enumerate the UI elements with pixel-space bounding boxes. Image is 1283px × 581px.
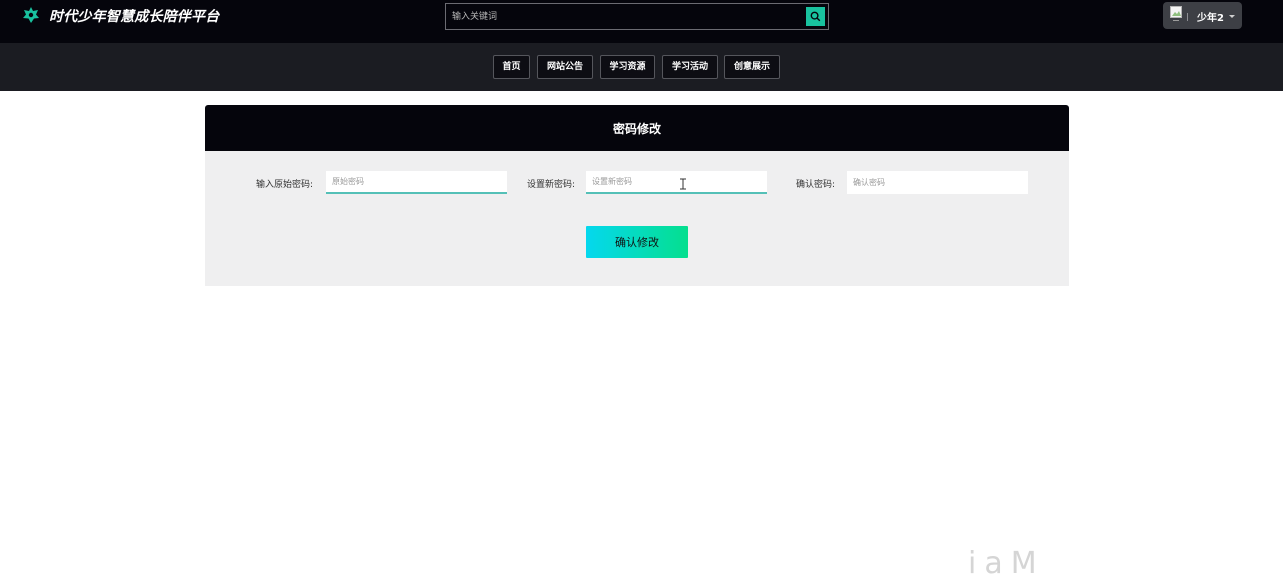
confirm-password-label: 确认密码:	[796, 180, 836, 190]
brand-title[interactable]: 时代少年智慧成长陪伴平台	[49, 6, 219, 26]
original-password-input[interactable]	[326, 171, 507, 194]
top-bar: 时代少年智慧成长陪伴平台 少年2	[0, 0, 1283, 43]
search-icon	[810, 11, 821, 22]
nav-item-announcements[interactable]: 网站公告	[537, 55, 593, 79]
text-cursor-icon	[680, 178, 686, 190]
nav-item-showcase[interactable]: 创意展示	[724, 55, 780, 79]
user-separator	[1187, 13, 1188, 21]
flower-logo-icon[interactable]	[22, 6, 40, 24]
nav-bar: 首页 网站公告 学习资源 学习活动 创意展示	[0, 43, 1283, 91]
avatar-icon[interactable]	[1170, 6, 1184, 22]
page-title: 密码修改	[612, 122, 661, 136]
user-menu[interactable]: 少年2	[1163, 2, 1242, 29]
user-name[interactable]: 少年2	[1197, 9, 1224, 24]
nav-item-activities[interactable]: 学习活动	[662, 55, 718, 79]
caret-down-icon[interactable]	[1229, 15, 1235, 18]
search-button[interactable]	[806, 7, 825, 26]
new-password-input[interactable]	[586, 171, 767, 194]
new-password-label: 设置新密码:	[527, 180, 576, 190]
watermark: iaM	[968, 546, 1045, 581]
confirm-change-button[interactable]: 确认修改	[586, 226, 688, 258]
original-password-label: 输入原始密码:	[256, 180, 314, 190]
confirm-password-input[interactable]	[847, 171, 1028, 194]
search-input[interactable]	[446, 4, 804, 29]
nav-item-resources[interactable]: 学习资源	[600, 55, 655, 79]
nav-item-home[interactable]: 首页	[493, 55, 530, 79]
password-panel-header: 密码修改	[205, 105, 1069, 151]
password-form: 输入原始密码: 设置新密码: 确认密码: 确认修改	[205, 151, 1069, 286]
search-box	[445, 3, 829, 30]
